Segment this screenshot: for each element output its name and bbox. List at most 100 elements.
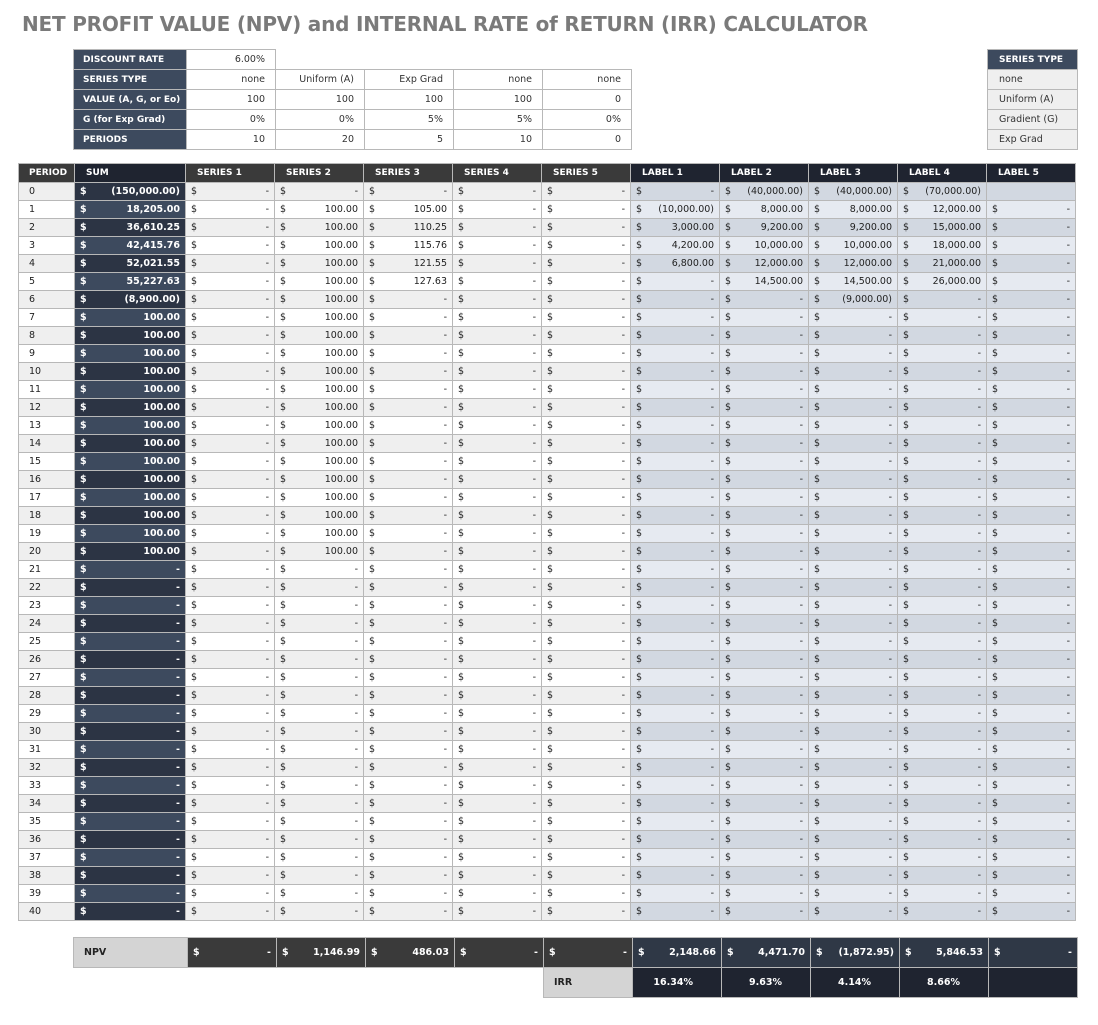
label-input-cell[interactable]: $ -: [986, 218, 1076, 237]
label-input-cell[interactable]: $21,000.00: [897, 254, 987, 273]
label-input-cell[interactable]: $ -: [630, 830, 720, 849]
settings-input[interactable]: 100: [453, 89, 543, 110]
label-input-cell[interactable]: $ -: [808, 686, 898, 705]
label-input-cell[interactable]: $ -: [808, 542, 898, 561]
label-input-cell[interactable]: $ -: [897, 884, 987, 903]
label-input-cell[interactable]: $15,000.00: [897, 218, 987, 237]
label-input-cell[interactable]: $ -: [630, 632, 720, 651]
label-input-cell[interactable]: $ -: [630, 614, 720, 633]
label-input-cell[interactable]: $ -: [808, 452, 898, 471]
label-input-cell[interactable]: $ -: [630, 740, 720, 759]
label-input-cell[interactable]: $ -: [986, 398, 1076, 417]
label-input-cell[interactable]: $ -: [630, 308, 720, 327]
label-input-cell[interactable]: $ -: [897, 308, 987, 327]
label-input-cell[interactable]: $ -: [630, 326, 720, 345]
label-input-cell[interactable]: $ -: [630, 290, 720, 309]
label-input-cell[interactable]: $ -: [719, 578, 809, 597]
label-input-cell[interactable]: $ -: [808, 902, 898, 921]
label-input-cell[interactable]: $ -: [719, 470, 809, 489]
label-input-cell[interactable]: $ -: [630, 362, 720, 381]
label-input-cell[interactable]: $ -: [719, 848, 809, 867]
settings-input[interactable]: 5%: [453, 109, 543, 130]
legend-item[interactable]: Exp Grad: [987, 129, 1078, 150]
label-input-cell[interactable]: $ -: [630, 272, 720, 291]
label-input-cell[interactable]: $ -: [986, 542, 1076, 561]
label-input-cell[interactable]: $ (70,000.00): [897, 182, 987, 201]
settings-input[interactable]: 5: [364, 129, 454, 150]
label-input-cell[interactable]: $ -: [808, 308, 898, 327]
label-input-cell[interactable]: $ -: [808, 596, 898, 615]
label-input-cell[interactable]: $ -: [897, 902, 987, 921]
label-input-cell[interactable]: $ -: [986, 776, 1076, 795]
label-input-cell[interactable]: $ -: [630, 758, 720, 777]
label-input-cell[interactable]: $ -: [630, 398, 720, 417]
label-input-cell[interactable]: $ -: [897, 722, 987, 741]
label-input-cell[interactable]: $ -: [808, 416, 898, 435]
settings-input[interactable]: 100: [275, 89, 365, 110]
label-input-cell[interactable]: $ -: [719, 488, 809, 507]
label-input-cell[interactable]: $ -: [808, 326, 898, 345]
label-input-cell[interactable]: $ -: [986, 578, 1076, 597]
label-input-cell[interactable]: $ -: [986, 272, 1076, 291]
label-input-cell[interactable]: $ -: [808, 740, 898, 759]
legend-item[interactable]: Gradient (G): [987, 109, 1078, 130]
label-input-cell[interactable]: $ -: [986, 380, 1076, 399]
settings-input[interactable]: none: [186, 69, 276, 90]
label-input-cell[interactable]: $ -: [719, 326, 809, 345]
label-input-cell[interactable]: $ -: [719, 614, 809, 633]
label-input-cell[interactable]: $ -: [719, 776, 809, 795]
label-input-cell[interactable]: $ -: [719, 416, 809, 435]
label-input-cell[interactable]: $ -: [897, 290, 987, 309]
label-input-cell[interactable]: $12,000.00: [897, 200, 987, 219]
label-input-cell[interactable]: $ -: [808, 344, 898, 363]
label-input-cell[interactable]: $ -: [986, 650, 1076, 669]
label-input-cell[interactable]: $ -: [986, 344, 1076, 363]
label-input-cell[interactable]: $ -: [986, 614, 1076, 633]
label-input-cell[interactable]: $ -: [630, 794, 720, 813]
label-input-cell[interactable]: $12,000.00: [808, 254, 898, 273]
label-input-cell[interactable]: $ -: [808, 794, 898, 813]
settings-input[interactable]: 10: [186, 129, 276, 150]
label-input-cell[interactable]: $ -: [808, 524, 898, 543]
settings-input[interactable]: 100: [186, 89, 276, 110]
label-input-cell[interactable]: $ -: [630, 470, 720, 489]
settings-input[interactable]: 10: [453, 129, 543, 150]
label-input-cell[interactable]: $14,500.00: [719, 272, 809, 291]
label-input-cell[interactable]: $ -: [719, 308, 809, 327]
label-input-cell[interactable]: $ -: [808, 776, 898, 795]
label-input-cell[interactable]: $ -: [808, 848, 898, 867]
label-input-cell[interactable]: $ -: [808, 506, 898, 525]
label-input-cell[interactable]: $ -: [630, 524, 720, 543]
label-input-cell[interactable]: $ -: [897, 668, 987, 687]
label-input-cell[interactable]: $ -: [897, 470, 987, 489]
label-input-cell[interactable]: $ -: [719, 812, 809, 831]
label-input-cell[interactable]: $ -: [719, 686, 809, 705]
label-input-cell[interactable]: $ -: [719, 884, 809, 903]
label-input-cell[interactable]: $ -: [986, 740, 1076, 759]
label-input-cell[interactable]: $ -: [719, 902, 809, 921]
label-input-cell[interactable]: $ -: [719, 722, 809, 741]
label-input-cell[interactable]: $ -: [897, 758, 987, 777]
label-input-cell[interactable]: $ -: [630, 884, 720, 903]
label-input-cell[interactable]: $ -: [897, 578, 987, 597]
label-input-cell[interactable]: $ -: [986, 758, 1076, 777]
label-input-cell[interactable]: $ -: [897, 362, 987, 381]
settings-input[interactable]: 20: [275, 129, 365, 150]
label-input-cell[interactable]: $ -: [986, 668, 1076, 687]
label-input-cell[interactable]: $ -: [897, 740, 987, 759]
label-input-cell[interactable]: $26,000.00: [897, 272, 987, 291]
label-input-cell[interactable]: $ -: [808, 668, 898, 687]
label-input-cell[interactable]: $ -: [719, 380, 809, 399]
label-input-cell[interactable]: $ -: [719, 452, 809, 471]
label-input-cell[interactable]: $ -: [986, 830, 1076, 849]
label-input-cell[interactable]: $ -: [719, 344, 809, 363]
label-input-cell[interactable]: $ -: [630, 344, 720, 363]
label-input-cell[interactable]: $ -: [719, 290, 809, 309]
settings-input[interactable]: Exp Grad: [364, 69, 454, 90]
settings-input[interactable]: 0: [542, 89, 632, 110]
label-input-cell[interactable]: $ -: [897, 812, 987, 831]
label-input-cell[interactable]: $ -: [986, 416, 1076, 435]
label-input-cell[interactable]: $ -: [897, 416, 987, 435]
label-input-cell[interactable]: $ -: [719, 506, 809, 525]
label-input-cell[interactable]: $10,000.00: [808, 236, 898, 255]
